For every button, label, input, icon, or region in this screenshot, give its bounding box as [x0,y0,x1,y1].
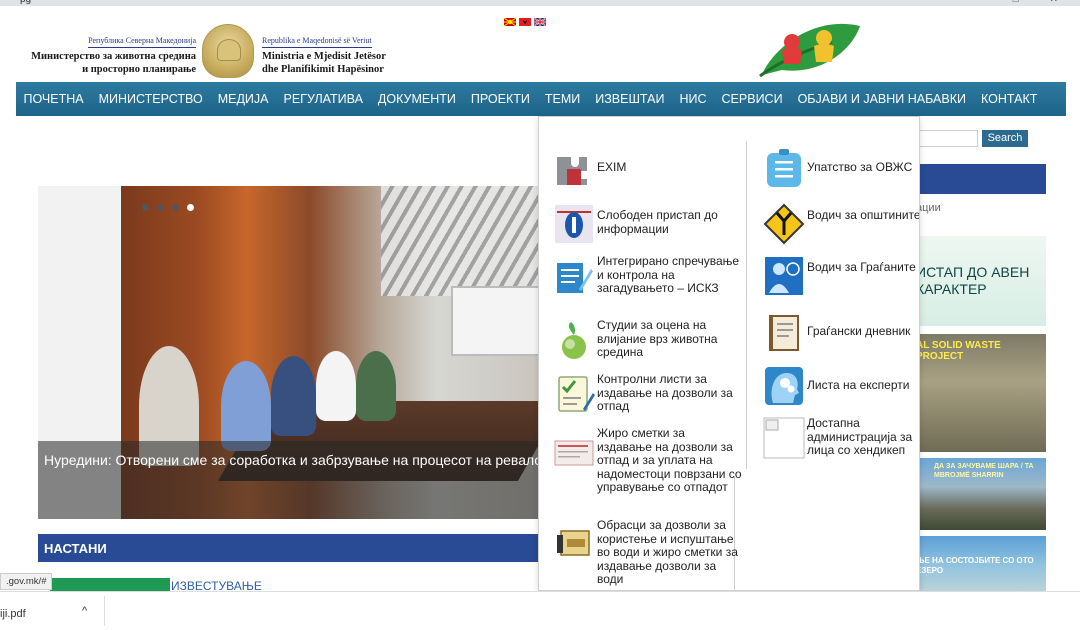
nav-regulations[interactable]: РЕГУЛАТИВА [276,92,370,106]
nav-topics[interactable]: ТЕМИ [537,92,587,106]
slider-dot[interactable] [142,204,149,211]
coat-of-arms-icon[interactable] [202,24,254,78]
events-section-header: НАСТАНИ [38,534,546,562]
eco-logo-icon[interactable] [752,20,862,78]
dropdown-item-accessible-admin[interactable]: Достапна администрација за лица со хенди… [763,416,919,459]
news-thumbnail[interactable] [50,578,170,591]
puzzle-icon [557,157,587,185]
dropdown-item-bank-accounts[interactable]: Жиро сметки за издавање на дозволи за от… [553,426,743,495]
dropdown-item-citizens-guide[interactable]: Водич за Граѓаните [763,255,919,297]
window-controls[interactable]: ‒ □ ✕ [976,0,1072,5]
free-access-banner[interactable]: ИСТАП ДО АВЕН КАРАКТЕР [916,236,1046,326]
nav-reports[interactable]: ИЗВЕШТАИ [588,92,672,106]
globe-plant-icon [562,322,586,359]
slider-dot[interactable] [172,204,179,211]
ministry-name-sq: Republika e Maqedonisë së Veriut Ministr… [262,36,386,75]
clipboard-icon [767,149,801,187]
slider-dot-active[interactable] [187,204,194,211]
albania-flag-icon[interactable] [519,18,531,26]
broken-image-icon [763,417,805,459]
browser-top-strip: pg ‒ □ ✕ [0,0,1080,6]
diary-icon [769,315,799,351]
site-header: Република Северна Македонија Министерств… [16,12,1066,80]
dropdown-item-checklists[interactable]: Контролни листи за издавање на дозволи з… [553,372,743,415]
document-pen-icon [557,263,593,293]
search-input[interactable] [916,130,978,147]
dropdown-item-water-forms[interactable]: Обрасци за дозволи за користење и испушт… [553,518,743,587]
checklist-icon [558,376,595,412]
dropdown-item-free-access[interactable]: Слободен пристап до информации [553,203,743,245]
forms-binder-icon [557,530,590,556]
form-document-icon [554,440,594,466]
dropdown-item-citizens-diary[interactable]: Граѓански дневник [763,311,919,353]
solid-waste-banner[interactable]: AL SOLID WASTE PROJECT [916,334,1046,452]
browser-url[interactable]: pg [20,0,31,5]
dropdown-item-ovzhs-guide[interactable]: Упатство за ОВЖС [763,147,919,189]
macedonia-flag-icon[interactable] [504,18,516,26]
dropdown-item-experts-list[interactable]: Листа на експерти [763,365,919,407]
sharr-banner[interactable]: ДА ЗА ЗАЧУВАМЕ ШАРА / TA MBROJMË SHARRIN [916,458,1046,530]
dropdown-divider [746,141,747,469]
head-gears-icon [765,367,803,405]
slider-dot[interactable] [157,204,164,211]
status-bar-url: .gov.mk/# [0,573,53,590]
main-nav: ПОЧЕТНА МИНИСТЕРСТВО МЕДИЈА РЕГУЛАТИВА Д… [16,82,1066,116]
services-dropdown-menu: EXIM Слободен пристап до информации Инте… [538,116,920,591]
dropdown-item-eia-studies[interactable]: Студии за оцена на влијание врз животна … [553,318,743,361]
dropdown-item-ippc[interactable]: Интегрирано спречување и контрола на заг… [553,254,743,297]
nav-ministry[interactable]: МИНИСТЕРСТВО [91,92,210,106]
dropdown-item-municipal-guide[interactable]: Водич за општините [763,203,919,245]
person-globe-icon [765,257,803,295]
nav-home[interactable]: ПОЧЕТНА [16,92,91,106]
nav-nis[interactable]: НИС [672,92,714,106]
chevron-up-icon[interactable]: ^ [82,605,87,617]
nav-services[interactable]: СЕРВИСИ [714,92,790,106]
ministry-name-mk: Република Северна Македонија Министерств… [31,36,196,75]
sidebar-header-bar [916,164,1046,194]
nav-projects[interactable]: ПРОЕКТИ [463,92,537,106]
dropdown-item-exim[interactable]: EXIM [553,147,743,189]
download-file-name[interactable]: iji.pdf [0,608,26,620]
news-slider[interactable]: Нуредини: Отворени сме за соработка и за… [38,186,538,519]
nav-contact[interactable]: КОНТАКТ [974,92,1045,106]
slider-dots [142,204,194,211]
uk-flag-icon[interactable] [534,18,546,26]
nav-media[interactable]: МЕДИЈА [210,92,276,106]
slider-caption[interactable]: Нуредини: Отворени сме за соработка и за… [38,441,538,519]
road-sign-icon [763,203,805,245]
info-document-icon [555,205,593,243]
search-button[interactable]: Search [982,130,1028,147]
nav-documents[interactable]: ДОКУМЕНТИ [370,92,463,106]
nav-announcements[interactable]: ОБЈАВИ И ЈАВНИ НАБАВКИ [790,92,973,106]
lake-banner[interactable]: ЊЕ НА СОСТОЈБИТЕ СО ОТО ЕЗЕРО [916,536,1046,591]
language-flags [504,18,546,26]
download-bar: iji.pdf ^ [0,591,1080,630]
